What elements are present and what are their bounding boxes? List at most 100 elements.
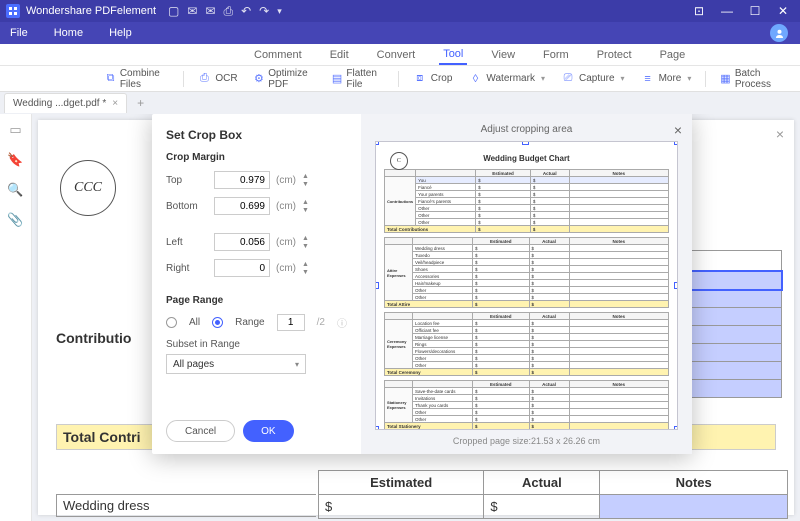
user-avatar-icon[interactable]	[770, 24, 788, 42]
document-canvas[interactable]: × CCC Contributio Total Contri Wedding d…	[32, 114, 800, 521]
menu-help[interactable]: Help	[109, 27, 132, 39]
preview-footer: Cropped page size:21.53 x 26.26 cm	[375, 436, 678, 446]
bottom-down-icon[interactable]: ▼	[302, 207, 309, 214]
capture-button[interactable]: ⎚Capture▾	[555, 69, 631, 89]
handle-tl[interactable]	[375, 141, 379, 145]
subset-label: Subset in Range	[166, 339, 347, 350]
chevron-down-icon: ▾	[687, 74, 691, 83]
handle-r[interactable]	[674, 282, 678, 289]
watermark-button[interactable]: ◊Watermark▾	[462, 69, 551, 89]
right-input[interactable]	[214, 259, 270, 277]
search-icon[interactable]: 🔍	[7, 182, 23, 198]
maximize-icon[interactable]: ☐	[744, 4, 766, 18]
toolbar: ⧉Combine Files ⎙OCR ⚙Optimize PDF ▤Flatt…	[0, 66, 800, 92]
handle-tr[interactable]	[674, 141, 678, 145]
top-up-icon[interactable]: ▲	[302, 173, 309, 180]
right-up-icon[interactable]: ▲	[302, 261, 309, 268]
dialog-close-icon[interactable]: ×	[674, 122, 682, 138]
dialog-preview-panel: Adjust cropping area C Wedding Budget Ch…	[361, 114, 692, 454]
range-help-icon[interactable]: ⓘ	[337, 315, 347, 330]
crop-icon: ⧈	[413, 72, 427, 86]
cancel-button[interactable]: Cancel	[166, 420, 235, 442]
attachments-icon[interactable]: 📎	[7, 212, 23, 228]
flatten-icon: ▤	[332, 72, 343, 86]
crop-dialog: × Set Crop Box Crop Margin Top(cm)▲▼ Bot…	[152, 114, 692, 454]
quick-access-toolbar: ▢ ✉ ✉ ⎙ ↶ ↷ ▾	[168, 4, 282, 19]
bookmarks-icon[interactable]: 🔖	[7, 152, 23, 168]
tab-comment[interactable]: Comment	[250, 46, 306, 64]
tab-form[interactable]: Form	[539, 46, 573, 64]
dialog-title: Set Crop Box	[166, 128, 347, 142]
flatten-file-button[interactable]: ▤Flatten File	[326, 65, 390, 93]
capture-icon: ⎚	[561, 72, 575, 86]
minimize-icon[interactable]: —	[716, 4, 738, 18]
qat-chevron-down-icon[interactable]: ▾	[277, 6, 282, 17]
left-input[interactable]	[214, 233, 270, 251]
page-close-icon[interactable]: ×	[776, 126, 784, 142]
open-icon[interactable]: ▢	[168, 4, 179, 18]
ocr-icon: ⎙	[197, 72, 211, 86]
left-down-icon[interactable]: ▼	[302, 243, 309, 250]
mail-icon[interactable]: ✉	[205, 4, 215, 18]
ocr-button[interactable]: ⎙OCR	[191, 69, 243, 89]
watermark-icon: ◊	[468, 72, 482, 86]
handle-l[interactable]	[375, 282, 379, 289]
handle-br[interactable]	[674, 426, 678, 430]
page-range-heading: Page Range	[166, 295, 347, 306]
tab-tool[interactable]: Tool	[439, 45, 467, 65]
document-tabstrip: Wedding ...dget.pdf * × +	[0, 92, 800, 114]
top-label: Top	[166, 175, 208, 186]
redo-icon[interactable]: ↷	[259, 4, 269, 18]
tab-page[interactable]: Page	[656, 46, 690, 64]
tab-edit[interactable]: Edit	[326, 46, 353, 64]
left-up-icon[interactable]: ▲	[302, 235, 309, 242]
handle-bl[interactable]	[375, 426, 379, 430]
workspace: ▭ 🔖 🔍 📎 × CCC Contributio Total Contri W…	[0, 114, 800, 521]
crop-button[interactable]: ⧈Crop	[407, 69, 459, 89]
tab-convert[interactable]: Convert	[373, 46, 420, 64]
optimize-pdf-button[interactable]: ⚙Optimize PDF	[248, 65, 322, 93]
top-input[interactable]	[214, 171, 270, 189]
save-icon[interactable]: ✉	[187, 4, 197, 18]
close-icon[interactable]: ✕	[772, 4, 794, 18]
add-tab-button[interactable]: +	[131, 96, 150, 110]
ccc-logo: CCC	[60, 160, 116, 216]
titlebar: Wondershare PDFelement ▢ ✉ ✉ ⎙ ↶ ↷ ▾ ⊡ —…	[0, 0, 800, 22]
dialog-left-panel: Set Crop Box Crop Margin Top(cm)▲▼ Botto…	[152, 114, 361, 454]
ribbon-tabs: Comment Edit Convert Tool View Form Prot…	[0, 44, 800, 66]
preview-page: C Wedding Budget Chart EstimatedActualNo…	[384, 150, 669, 421]
feedback-icon[interactable]: ⊡	[688, 4, 710, 18]
app-logo	[6, 4, 20, 18]
more-button[interactable]: ≡More▾	[635, 69, 698, 89]
combine-files-icon: ⧉	[105, 72, 116, 86]
bg-row-label: Wedding dress	[56, 494, 316, 517]
chevron-down-icon: ▾	[541, 74, 545, 83]
radio-all[interactable]	[166, 317, 177, 328]
app-name: Wondershare PDFelement	[26, 5, 156, 17]
thumbnails-icon[interactable]: ▭	[9, 122, 21, 138]
preview-title: Adjust cropping area	[375, 124, 678, 135]
crop-preview[interactable]: C Wedding Budget Chart EstimatedActualNo…	[375, 141, 678, 430]
menu-file[interactable]: File	[10, 27, 28, 39]
document-tab[interactable]: Wedding ...dget.pdf * ×	[4, 93, 127, 113]
ok-button[interactable]: OK	[243, 420, 293, 442]
menu-home[interactable]: Home	[54, 27, 83, 39]
handle-t[interactable]	[522, 141, 529, 145]
right-down-icon[interactable]: ▼	[302, 269, 309, 276]
subset-select[interactable]: All pages▾	[166, 354, 306, 374]
undo-icon[interactable]: ↶	[241, 4, 251, 18]
tab-protect[interactable]: Protect	[593, 46, 636, 64]
range-input[interactable]	[277, 314, 305, 331]
more-icon: ≡	[641, 72, 655, 86]
bottom-label: Bottom	[166, 201, 208, 212]
chevron-down-icon: ▾	[295, 360, 299, 369]
combine-files-button[interactable]: ⧉Combine Files	[99, 65, 174, 93]
close-tab-icon[interactable]: ×	[112, 98, 118, 109]
top-down-icon[interactable]: ▼	[302, 181, 309, 188]
bottom-up-icon[interactable]: ▲	[302, 199, 309, 206]
batch-process-button[interactable]: ▦Batch Process	[714, 65, 790, 93]
tab-view[interactable]: View	[487, 46, 519, 64]
radio-range[interactable]	[212, 317, 223, 328]
print-icon[interactable]: ⎙	[224, 4, 234, 19]
bottom-input[interactable]	[214, 197, 270, 215]
